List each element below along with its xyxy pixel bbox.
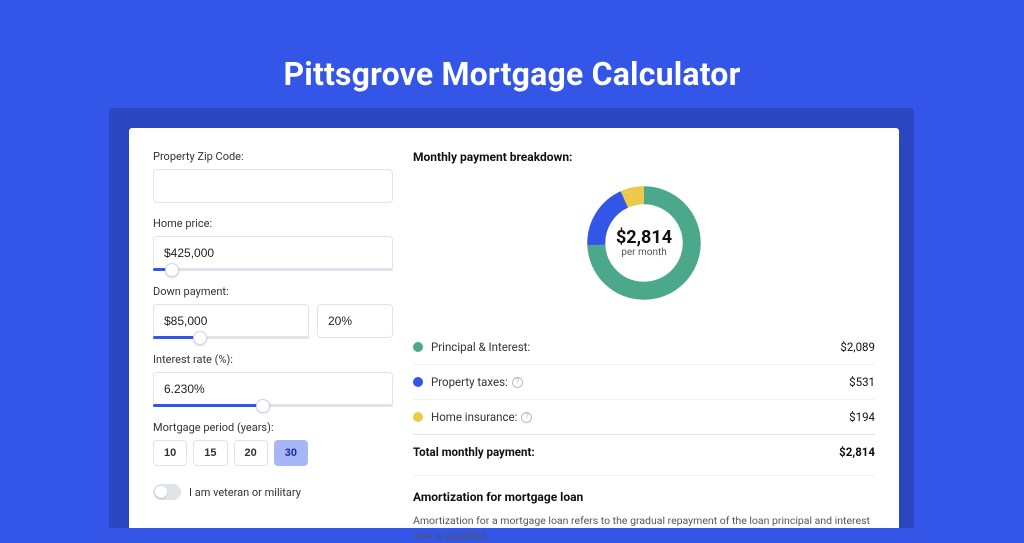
down-payment-label: Down payment: <box>153 285 393 298</box>
legend-taxes-label: Property taxes: ? <box>431 375 849 389</box>
legend-insurance-label: Home insurance: ? <box>431 410 849 424</box>
interest-slider-fill <box>153 404 263 407</box>
donut-chart: $2,814 per month <box>581 180 707 306</box>
veteran-toggle-row: I am veteran or military <box>153 484 393 500</box>
donut-chart-wrap: $2,814 per month <box>413 168 875 316</box>
results-column: Monthly payment breakdown: $2,814 per mo… <box>413 150 875 528</box>
down-payment-field-group: Down payment: <box>153 285 393 339</box>
period-options: 10 15 20 30 <box>153 440 393 466</box>
period-option-30[interactable]: 30 <box>274 440 308 466</box>
dot-principal <box>413 342 423 352</box>
down-payment-slider-thumb[interactable] <box>193 331 207 345</box>
legend-total-label: Total monthly payment: <box>413 445 839 459</box>
page-title: Pittsgrove Mortgage Calculator <box>0 55 1024 93</box>
zip-input[interactable] <box>153 169 393 203</box>
down-payment-pct-input[interactable] <box>317 304 393 338</box>
legend-principal-label: Principal & Interest: <box>431 340 840 354</box>
hero-banner: Pittsgrove Mortgage Calculator <box>0 0 1024 93</box>
dot-insurance <box>413 412 423 422</box>
home-price-field-group: Home price: <box>153 217 393 271</box>
interest-input[interactable] <box>153 372 393 406</box>
donut-total: $2,814 <box>616 228 672 248</box>
amortization-text: Amortization for a mortgage loan refers … <box>413 514 875 543</box>
interest-label: Interest rate (%): <box>153 353 393 366</box>
legend-total: Total monthly payment: $2,814 <box>413 434 875 469</box>
donut-sub: per month <box>621 247 667 258</box>
period-field-group: Mortgage period (years): 10 15 20 30 <box>153 421 393 466</box>
period-option-15[interactable]: 15 <box>193 440 227 466</box>
amortization-section: Amortization for mortgage loan Amortizat… <box>413 475 875 543</box>
interest-slider-thumb[interactable] <box>256 399 270 413</box>
legend-taxes: Property taxes: ? $531 <box>413 364 875 399</box>
dot-taxes <box>413 377 423 387</box>
legend-insurance: Home insurance: ? $194 <box>413 399 875 434</box>
home-price-slider[interactable] <box>153 268 393 271</box>
calculator-card: Property Zip Code: Home price: Down paym… <box>129 128 899 528</box>
legend-taxes-label-text: Property taxes: <box>431 375 508 389</box>
legend-total-value: $2,814 <box>839 445 875 459</box>
amortization-title: Amortization for mortgage loan <box>413 490 875 504</box>
legend-insurance-value: $194 <box>849 410 875 424</box>
interest-slider[interactable] <box>153 404 393 407</box>
info-icon[interactable]: ? <box>521 412 532 423</box>
home-price-input[interactable] <box>153 236 393 270</box>
veteran-toggle[interactable] <box>153 484 181 500</box>
breakdown-title: Monthly payment breakdown: <box>413 150 875 164</box>
home-price-slider-thumb[interactable] <box>165 263 179 277</box>
inputs-column: Property Zip Code: Home price: Down paym… <box>153 150 393 528</box>
down-payment-input[interactable] <box>153 304 309 338</box>
legend-insurance-label-text: Home insurance: <box>431 410 517 424</box>
home-price-label: Home price: <box>153 217 393 230</box>
legend: Principal & Interest: $2,089 Property ta… <box>413 330 875 469</box>
zip-label: Property Zip Code: <box>153 150 393 163</box>
legend-principal: Principal & Interest: $2,089 <box>413 330 875 364</box>
info-icon[interactable]: ? <box>512 377 523 388</box>
interest-field-group: Interest rate (%): <box>153 353 393 407</box>
period-option-20[interactable]: 20 <box>234 440 268 466</box>
legend-principal-value: $2,089 <box>840 340 875 354</box>
down-payment-slider[interactable] <box>153 336 309 339</box>
period-label: Mortgage period (years): <box>153 421 393 434</box>
period-option-10[interactable]: 10 <box>153 440 187 466</box>
zip-field-group: Property Zip Code: <box>153 150 393 203</box>
donut-center: $2,814 per month <box>581 180 707 306</box>
veteran-label: I am veteran or military <box>189 486 301 499</box>
legend-taxes-value: $531 <box>849 375 875 389</box>
